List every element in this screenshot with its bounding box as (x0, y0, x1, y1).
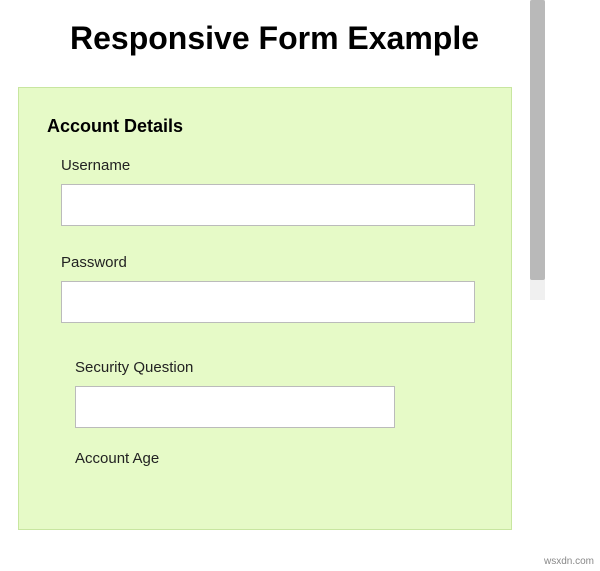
account-age-label: Account Age (75, 450, 483, 467)
security-question-input[interactable] (75, 386, 395, 428)
username-label: Username (61, 157, 483, 174)
username-input[interactable] (61, 184, 475, 226)
scrollbar-track[interactable] (530, 0, 545, 300)
form-card: Account Details Username Password Securi… (18, 87, 512, 530)
page-title: Responsive Form Example (0, 0, 530, 57)
username-field: Username (61, 157, 483, 226)
scrollbar-thumb[interactable] (530, 0, 545, 280)
section-title: Account Details (47, 116, 483, 137)
sub-group: Security Question Account Age (75, 359, 483, 467)
password-input[interactable] (61, 281, 475, 323)
account-age-field: Account Age (75, 450, 483, 467)
password-label: Password (61, 254, 483, 271)
security-question-label: Security Question (75, 359, 483, 376)
password-field: Password (61, 254, 483, 323)
watermark: wsxdn.com (544, 556, 594, 567)
security-question-field: Security Question (75, 359, 483, 428)
